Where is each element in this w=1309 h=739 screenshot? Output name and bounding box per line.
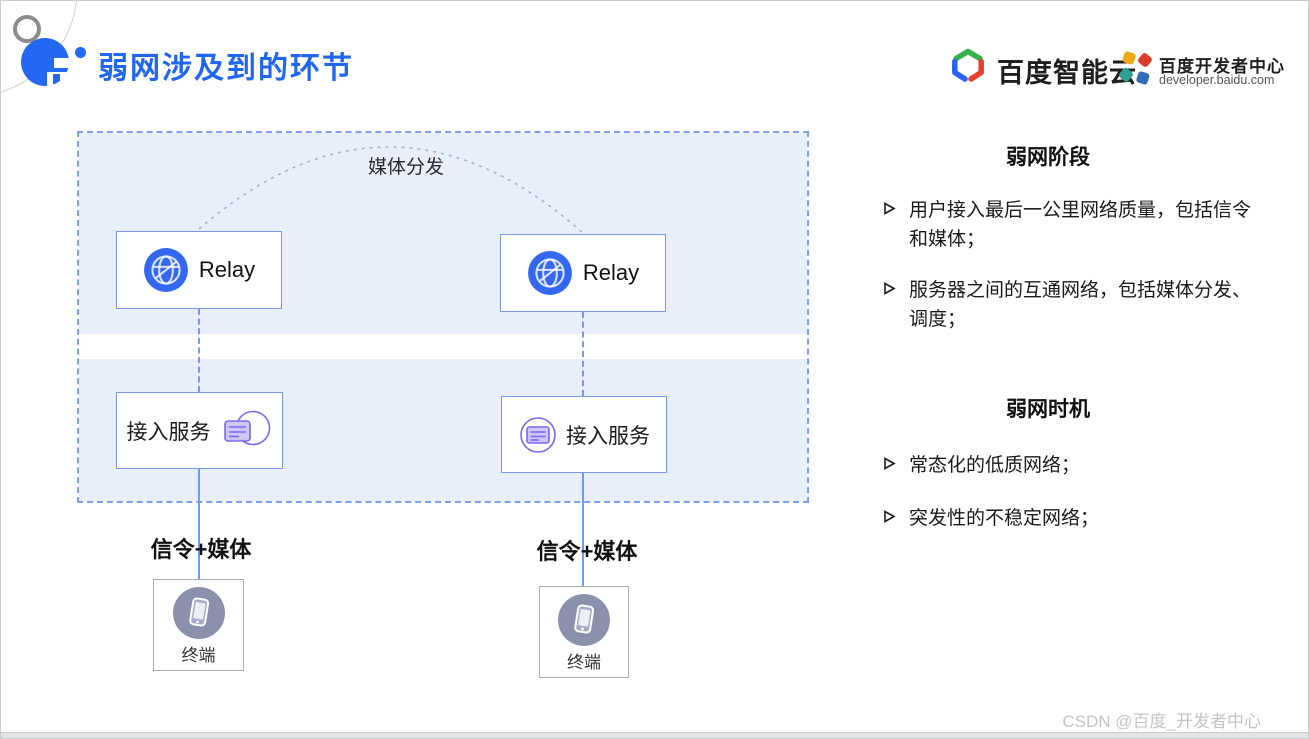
- section-title-weak-network-stage: 弱网阶段: [1006, 146, 1090, 169]
- globe-network-icon: [527, 251, 572, 295]
- arrowhead-marker-icon: [884, 202, 896, 215]
- access-label: 接入服务: [566, 424, 650, 448]
- connector-solid-right: [582, 473, 584, 586]
- access-node-left: 接入服务: [116, 392, 283, 469]
- slide-page: 弱网涉及到的环节 百度智能云 百度开发者中心 developer.baidu.c…: [0, 0, 1309, 739]
- bullet-item: 突发性的不稳定网络；: [883, 504, 1251, 533]
- globe-network-icon: [143, 248, 188, 292]
- connector-dashed-left: [198, 309, 200, 392]
- arrowhead-marker-icon: [884, 457, 896, 470]
- terminal-node-right: 终端: [539, 586, 629, 678]
- bullet-item: 用户接入最后一公里网络质量，包括信令和媒体；: [883, 196, 1251, 254]
- bullet-text: 常态化的低质网络；: [909, 455, 1081, 476]
- relay-node-left: Relay: [116, 231, 282, 309]
- bullet-item: 服务器之间的互通网络，包括媒体分发、调度；: [883, 276, 1251, 334]
- arc-label: 媒体分发: [367, 157, 444, 178]
- bullet-item: 常态化的低质网络；: [883, 451, 1251, 480]
- mobile-phone-icon: [558, 594, 610, 646]
- bullet-text: 突发性的不稳定网络；: [909, 508, 1100, 529]
- relay-label: Relay: [582, 260, 640, 285]
- link-label-left: 信令+媒体: [150, 537, 252, 562]
- server-card-icon: [520, 416, 556, 453]
- terminal-node-left: 终端: [153, 579, 244, 671]
- bullet-text: 服务器之间的互通网络，包括媒体分发、调度；: [909, 280, 1252, 330]
- terminal-label: 终端: [567, 653, 601, 672]
- csdn-watermark: CSDN @百度_开发者中心: [1062, 712, 1261, 731]
- access-label: 接入服务: [126, 420, 211, 444]
- arrowhead-marker-icon: [884, 510, 896, 523]
- arrowhead-marker-icon: [884, 282, 896, 295]
- server-card-icon: [223, 410, 270, 445]
- mobile-phone-icon: [172, 587, 225, 639]
- bottom-strip: [1, 732, 1308, 738]
- link-label-right: 信令+媒体: [536, 539, 638, 564]
- relay-label: Relay: [198, 257, 256, 282]
- relay-node-right: Relay: [500, 234, 666, 312]
- bullet-text: 用户接入最后一公里网络质量，包括信令和媒体；: [909, 200, 1252, 250]
- connector-dashed-right: [582, 312, 584, 396]
- access-node-right: 接入服务: [501, 396, 667, 473]
- section-title-weak-network-timing: 弱网时机: [1006, 398, 1090, 421]
- terminal-label: 终端: [181, 646, 216, 665]
